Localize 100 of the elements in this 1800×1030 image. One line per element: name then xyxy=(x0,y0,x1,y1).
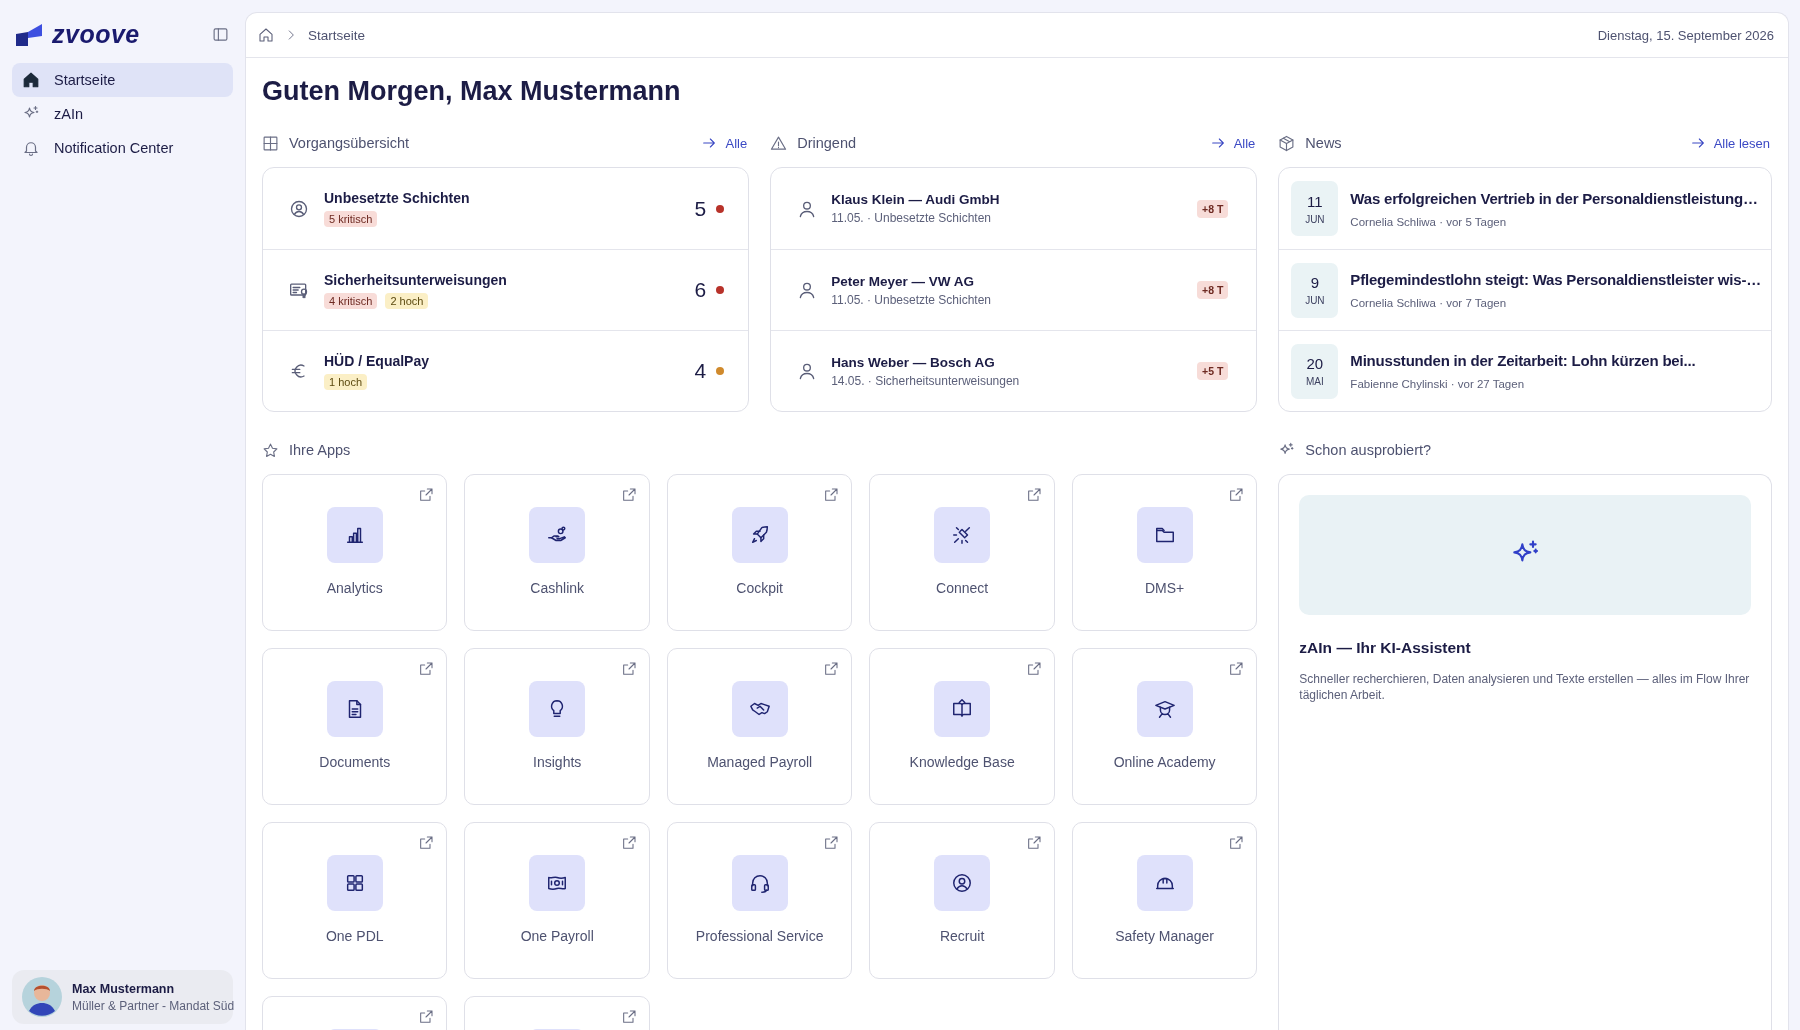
status-badge: 5 kritisch xyxy=(324,211,378,227)
see-all-link[interactable]: Alle xyxy=(701,135,748,151)
row-subtitle: 11.05. · Unbesetzte Schichten xyxy=(831,292,993,307)
promo-title: zAIn — Ihr KI-Assistent xyxy=(1299,639,1472,657)
overdue-badge: +5 T xyxy=(1197,362,1229,380)
news-meta: Cornelia Schliwa · vor 7 Tagen xyxy=(1350,297,1508,309)
urgent-row[interactable]: Hans Weber — Bosch AG 14.05. · Sicherheitsunterweisungen +5 T xyxy=(771,330,1257,411)
user-organization: Müller & Partner - Mandat Süd xyxy=(72,998,235,1013)
news-row[interactable]: 20 MAI Minusstunden in der Zeitarbeit: Lohn kürzen bei... Fabienne Chylinski · vor 27 Tagen xyxy=(1279,330,1771,411)
date-tile: 11 JUN xyxy=(1291,181,1339,236)
graduate-icon xyxy=(1153,698,1176,720)
sidebar-toggle-icon xyxy=(212,26,229,43)
avatar-icon xyxy=(22,977,62,1017)
row-title: Peter Meyer — VW AG xyxy=(831,273,975,289)
app-tile[interactable]: Connect xyxy=(869,474,1055,631)
app-tile[interactable]: One Payroll xyxy=(464,822,650,979)
external-link-icon xyxy=(823,661,840,677)
external-link-icon xyxy=(620,835,637,851)
app-tile[interactable]: Safety Manager xyxy=(1071,822,1258,979)
app-name: Cashlink xyxy=(530,580,585,596)
overview-row[interactable]: Sicherheitsunterweisungen 4 kritisch 2 hoch 6 xyxy=(263,249,749,330)
app-tile[interactable]: Cashlink xyxy=(464,474,650,631)
date-tile: 20 MAI xyxy=(1291,343,1339,399)
external-link-icon xyxy=(1228,661,1245,677)
app-name: Professional Service xyxy=(695,928,824,944)
app-name: Safety Manager xyxy=(1115,928,1215,944)
user-circle-icon xyxy=(289,198,309,219)
external-link-icon xyxy=(418,1009,435,1025)
app-tile[interactable]: One PDL xyxy=(262,822,448,979)
app-tile[interactable]: Professional Service xyxy=(666,822,853,979)
urgent-row[interactable]: Peter Meyer — VW AG 11.05. · Unbesetzte Schichten +8 T xyxy=(771,249,1257,330)
external-link-icon xyxy=(823,487,840,503)
news-row[interactable]: 9 JUN Pflegemindestlohn steigt: Was Personaldienstleister wis-… Cornelia Schliwa · vor 7 Tagen xyxy=(1279,249,1771,330)
external-link-icon xyxy=(823,835,840,851)
count: 6 xyxy=(694,278,707,302)
external-link-icon xyxy=(418,487,435,503)
app-tile[interactable]: Documents xyxy=(262,648,448,805)
sidebar-item[interactable]: Notification Center xyxy=(12,131,233,165)
urgent-row[interactable]: Klaus Klein — Audi GmbH 11.05. · Unbesetzte Schichten +8 T xyxy=(771,168,1257,249)
greeting-heading: Guten Morgen, Max Mustermann xyxy=(262,75,682,108)
see-all-link[interactable]: Alle lesen xyxy=(1689,135,1770,151)
sidebar-item[interactable]: zAIn xyxy=(12,97,233,131)
date-tile: 9 JUN xyxy=(1291,262,1339,318)
grid-icon xyxy=(262,134,279,152)
open-book-icon xyxy=(951,698,974,720)
current-date: Dienstag, 15. September 2026 xyxy=(1597,27,1774,43)
app-name: Documents xyxy=(319,754,391,770)
overdue-badge: +8 T xyxy=(1197,199,1229,218)
app-tile[interactable]: Analytics xyxy=(262,474,448,631)
app-tile[interactable]: Online Academy xyxy=(1071,648,1258,805)
user-name: Max Mustermann xyxy=(72,981,176,996)
warning-icon xyxy=(770,134,788,152)
status-badge: 2 hoch xyxy=(385,292,429,309)
collapse-sidebar-button[interactable] xyxy=(212,26,229,43)
app-name: Recruit xyxy=(939,928,985,944)
arrow-right-icon xyxy=(1209,135,1226,151)
app-name: Cockpit xyxy=(736,580,783,596)
app-tile[interactable]: Recruit xyxy=(869,822,1055,979)
row-title: HÜD / EqualPay xyxy=(324,352,431,369)
user-card[interactable]: Max Mustermann Müller & Partner - Mandat Süd xyxy=(12,970,233,1024)
arrow-right-icon xyxy=(1689,135,1706,151)
app-tile[interactable]: DMS+ xyxy=(1071,474,1258,631)
user-circle-icon xyxy=(951,872,974,894)
breadcrumb-item[interactable]: Startseite xyxy=(308,27,366,43)
app-name: Analytics xyxy=(326,580,383,596)
news-title: Was erfolgreichen Vertrieb in der Personaldienstleistung… xyxy=(1350,189,1758,207)
section-title: Ihre Apps xyxy=(289,442,351,458)
external-link-icon xyxy=(1025,487,1042,503)
see-all-link[interactable]: Alle xyxy=(1209,135,1256,151)
news-row[interactable]: 11 JUN Was erfolgreichen Vertrieb in der Personaldienstleistung… Cornelia Schliwa · vor 5 Tagen xyxy=(1279,168,1771,249)
row-title: Hans Weber — Bosch AG xyxy=(831,354,996,370)
app-tile[interactable]: Cockpit xyxy=(666,474,853,631)
external-link-icon xyxy=(1228,487,1245,503)
star-icon xyxy=(262,441,279,459)
external-link-icon xyxy=(620,1009,637,1025)
news-meta: Fabienne Chylinski · vor 27 Tagen xyxy=(1350,378,1526,390)
home-icon xyxy=(258,27,274,43)
app-name: One PDL xyxy=(325,928,384,944)
app-tile[interactable]: Managed Payroll xyxy=(666,648,853,805)
section-title: Dringend xyxy=(797,135,856,151)
news-meta: Cornelia Schliwa · vor 5 Tagen xyxy=(1350,215,1508,228)
count: 4 xyxy=(694,359,707,383)
sidebar-item[interactable]: Startseite xyxy=(12,63,233,97)
row-subtitle: 14.05. · Sicherheitsunterweisungen xyxy=(831,373,1021,388)
overview-row[interactable]: HÜD / EqualPay 1 hoch 4 xyxy=(263,330,749,411)
app-name: DMS+ xyxy=(1144,580,1185,596)
app-tile[interactable]: Insights xyxy=(464,648,650,805)
news-title: Pflegemindestlohn steigt: Was Personaldienstleister wis-… xyxy=(1350,271,1761,288)
app-tile[interactable]: Knowledge Base xyxy=(869,648,1055,805)
brand-name: zvoove xyxy=(52,20,140,49)
external-link-icon xyxy=(418,835,435,851)
headset-icon xyxy=(748,872,771,894)
overview-row[interactable]: Unbesetzte Schichten 5 kritisch 5 xyxy=(263,168,749,249)
external-link-icon xyxy=(620,661,637,677)
row-title: Sicherheitsunterweisungen xyxy=(324,271,508,288)
home-button[interactable] xyxy=(258,27,274,43)
logo-icon xyxy=(16,23,42,46)
app-name: One Payroll xyxy=(520,928,594,944)
promo-text: Schneller recherchieren, Daten analysieren und Texte erstellen — alles im Flow Ihrer täglichen Arbeit. xyxy=(1299,671,1751,703)
app-name: Managed Payroll xyxy=(707,754,813,770)
